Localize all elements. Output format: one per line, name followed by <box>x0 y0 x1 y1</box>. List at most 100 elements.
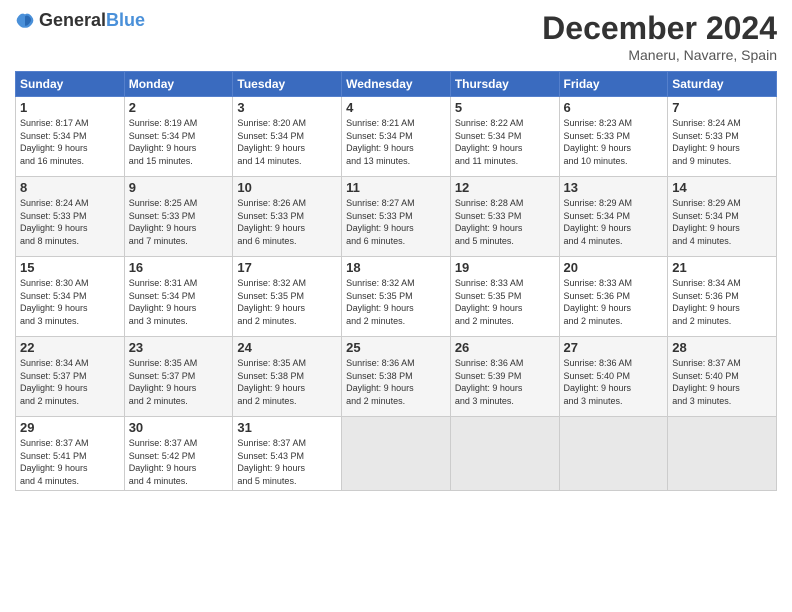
day-info: Sunrise: 8:25 AM Sunset: 5:33 PM Dayligh… <box>129 197 229 247</box>
day-of-week-header: Wednesday <box>342 72 451 97</box>
day-number: 24 <box>237 340 337 355</box>
day-info: Sunrise: 8:29 AM Sunset: 5:34 PM Dayligh… <box>564 197 664 247</box>
day-info: Sunrise: 8:30 AM Sunset: 5:34 PM Dayligh… <box>20 277 120 327</box>
day-info: Sunrise: 8:32 AM Sunset: 5:35 PM Dayligh… <box>237 277 337 327</box>
calendar-table: SundayMondayTuesdayWednesdayThursdayFrid… <box>15 71 777 491</box>
day-of-week-header: Sunday <box>16 72 125 97</box>
table-row: 28 Sunrise: 8:37 AM Sunset: 5:40 PM Dayl… <box>668 337 777 417</box>
day-number: 29 <box>20 420 120 435</box>
table-row: 3 Sunrise: 8:20 AM Sunset: 5:34 PM Dayli… <box>233 97 342 177</box>
calendar-week-row: 22 Sunrise: 8:34 AM Sunset: 5:37 PM Dayl… <box>16 337 777 417</box>
table-row <box>668 417 777 491</box>
day-info: Sunrise: 8:34 AM Sunset: 5:36 PM Dayligh… <box>672 277 772 327</box>
table-row: 4 Sunrise: 8:21 AM Sunset: 5:34 PM Dayli… <box>342 97 451 177</box>
day-number: 21 <box>672 260 772 275</box>
table-row: 21 Sunrise: 8:34 AM Sunset: 5:36 PM Dayl… <box>668 257 777 337</box>
logo-general: General <box>39 10 106 30</box>
table-row: 9 Sunrise: 8:25 AM Sunset: 5:33 PM Dayli… <box>124 177 233 257</box>
day-info: Sunrise: 8:37 AM Sunset: 5:40 PM Dayligh… <box>672 357 772 407</box>
day-number: 28 <box>672 340 772 355</box>
day-info: Sunrise: 8:23 AM Sunset: 5:33 PM Dayligh… <box>564 117 664 167</box>
logo-icon <box>15 11 35 31</box>
day-info: Sunrise: 8:35 AM Sunset: 5:37 PM Dayligh… <box>129 357 229 407</box>
day-number: 31 <box>237 420 337 435</box>
day-info: Sunrise: 8:33 AM Sunset: 5:35 PM Dayligh… <box>455 277 555 327</box>
day-number: 27 <box>564 340 664 355</box>
calendar-container: GeneralBlue December 2024 Maneru, Navarr… <box>0 0 792 501</box>
table-row: 14 Sunrise: 8:29 AM Sunset: 5:34 PM Dayl… <box>668 177 777 257</box>
calendar-header-row: SundayMondayTuesdayWednesdayThursdayFrid… <box>16 72 777 97</box>
table-row: 18 Sunrise: 8:32 AM Sunset: 5:35 PM Dayl… <box>342 257 451 337</box>
calendar-week-row: 8 Sunrise: 8:24 AM Sunset: 5:33 PM Dayli… <box>16 177 777 257</box>
day-number: 26 <box>455 340 555 355</box>
day-info: Sunrise: 8:32 AM Sunset: 5:35 PM Dayligh… <box>346 277 446 327</box>
day-info: Sunrise: 8:31 AM Sunset: 5:34 PM Dayligh… <box>129 277 229 327</box>
day-number: 16 <box>129 260 229 275</box>
day-info: Sunrise: 8:35 AM Sunset: 5:38 PM Dayligh… <box>237 357 337 407</box>
day-info: Sunrise: 8:21 AM Sunset: 5:34 PM Dayligh… <box>346 117 446 167</box>
day-number: 15 <box>20 260 120 275</box>
table-row: 13 Sunrise: 8:29 AM Sunset: 5:34 PM Dayl… <box>559 177 668 257</box>
table-row: 16 Sunrise: 8:31 AM Sunset: 5:34 PM Dayl… <box>124 257 233 337</box>
table-row: 25 Sunrise: 8:36 AM Sunset: 5:38 PM Dayl… <box>342 337 451 417</box>
day-number: 10 <box>237 180 337 195</box>
day-info: Sunrise: 8:37 AM Sunset: 5:43 PM Dayligh… <box>237 437 337 487</box>
day-number: 5 <box>455 100 555 115</box>
day-number: 1 <box>20 100 120 115</box>
day-number: 18 <box>346 260 446 275</box>
day-info: Sunrise: 8:36 AM Sunset: 5:38 PM Dayligh… <box>346 357 446 407</box>
day-info: Sunrise: 8:33 AM Sunset: 5:36 PM Dayligh… <box>564 277 664 327</box>
day-number: 13 <box>564 180 664 195</box>
table-row: 5 Sunrise: 8:22 AM Sunset: 5:34 PM Dayli… <box>450 97 559 177</box>
day-info: Sunrise: 8:22 AM Sunset: 5:34 PM Dayligh… <box>455 117 555 167</box>
table-row: 24 Sunrise: 8:35 AM Sunset: 5:38 PM Dayl… <box>233 337 342 417</box>
day-info: Sunrise: 8:34 AM Sunset: 5:37 PM Dayligh… <box>20 357 120 407</box>
day-number: 12 <box>455 180 555 195</box>
day-number: 4 <box>346 100 446 115</box>
day-number: 19 <box>455 260 555 275</box>
day-of-week-header: Thursday <box>450 72 559 97</box>
day-of-week-header: Friday <box>559 72 668 97</box>
table-row: 22 Sunrise: 8:34 AM Sunset: 5:37 PM Dayl… <box>16 337 125 417</box>
table-row <box>559 417 668 491</box>
day-number: 6 <box>564 100 664 115</box>
table-row: 6 Sunrise: 8:23 AM Sunset: 5:33 PM Dayli… <box>559 97 668 177</box>
day-info: Sunrise: 8:36 AM Sunset: 5:39 PM Dayligh… <box>455 357 555 407</box>
table-row: 30 Sunrise: 8:37 AM Sunset: 5:42 PM Dayl… <box>124 417 233 491</box>
day-number: 23 <box>129 340 229 355</box>
day-number: 11 <box>346 180 446 195</box>
day-info: Sunrise: 8:17 AM Sunset: 5:34 PM Dayligh… <box>20 117 120 167</box>
day-info: Sunrise: 8:19 AM Sunset: 5:34 PM Dayligh… <box>129 117 229 167</box>
table-row: 10 Sunrise: 8:26 AM Sunset: 5:33 PM Dayl… <box>233 177 342 257</box>
day-number: 3 <box>237 100 337 115</box>
table-row: 15 Sunrise: 8:30 AM Sunset: 5:34 PM Dayl… <box>16 257 125 337</box>
day-of-week-header: Monday <box>124 72 233 97</box>
logo-blue: Blue <box>106 10 145 30</box>
table-row: 17 Sunrise: 8:32 AM Sunset: 5:35 PM Dayl… <box>233 257 342 337</box>
day-number: 20 <box>564 260 664 275</box>
day-number: 30 <box>129 420 229 435</box>
table-row: 26 Sunrise: 8:36 AM Sunset: 5:39 PM Dayl… <box>450 337 559 417</box>
calendar-week-row: 1 Sunrise: 8:17 AM Sunset: 5:34 PM Dayli… <box>16 97 777 177</box>
table-row: 12 Sunrise: 8:28 AM Sunset: 5:33 PM Dayl… <box>450 177 559 257</box>
table-row: 8 Sunrise: 8:24 AM Sunset: 5:33 PM Dayli… <box>16 177 125 257</box>
day-number: 22 <box>20 340 120 355</box>
day-number: 9 <box>129 180 229 195</box>
table-row: 31 Sunrise: 8:37 AM Sunset: 5:43 PM Dayl… <box>233 417 342 491</box>
day-info: Sunrise: 8:24 AM Sunset: 5:33 PM Dayligh… <box>672 117 772 167</box>
day-number: 7 <box>672 100 772 115</box>
table-row: 27 Sunrise: 8:36 AM Sunset: 5:40 PM Dayl… <box>559 337 668 417</box>
day-info: Sunrise: 8:27 AM Sunset: 5:33 PM Dayligh… <box>346 197 446 247</box>
table-row <box>450 417 559 491</box>
table-row: 11 Sunrise: 8:27 AM Sunset: 5:33 PM Dayl… <box>342 177 451 257</box>
day-of-week-header: Tuesday <box>233 72 342 97</box>
day-number: 17 <box>237 260 337 275</box>
calendar-week-row: 15 Sunrise: 8:30 AM Sunset: 5:34 PM Dayl… <box>16 257 777 337</box>
table-row: 23 Sunrise: 8:35 AM Sunset: 5:37 PM Dayl… <box>124 337 233 417</box>
calendar-subtitle: Maneru, Navarre, Spain <box>542 47 777 63</box>
table-row: 19 Sunrise: 8:33 AM Sunset: 5:35 PM Dayl… <box>450 257 559 337</box>
day-of-week-header: Saturday <box>668 72 777 97</box>
day-number: 8 <box>20 180 120 195</box>
day-number: 25 <box>346 340 446 355</box>
day-info: Sunrise: 8:20 AM Sunset: 5:34 PM Dayligh… <box>237 117 337 167</box>
